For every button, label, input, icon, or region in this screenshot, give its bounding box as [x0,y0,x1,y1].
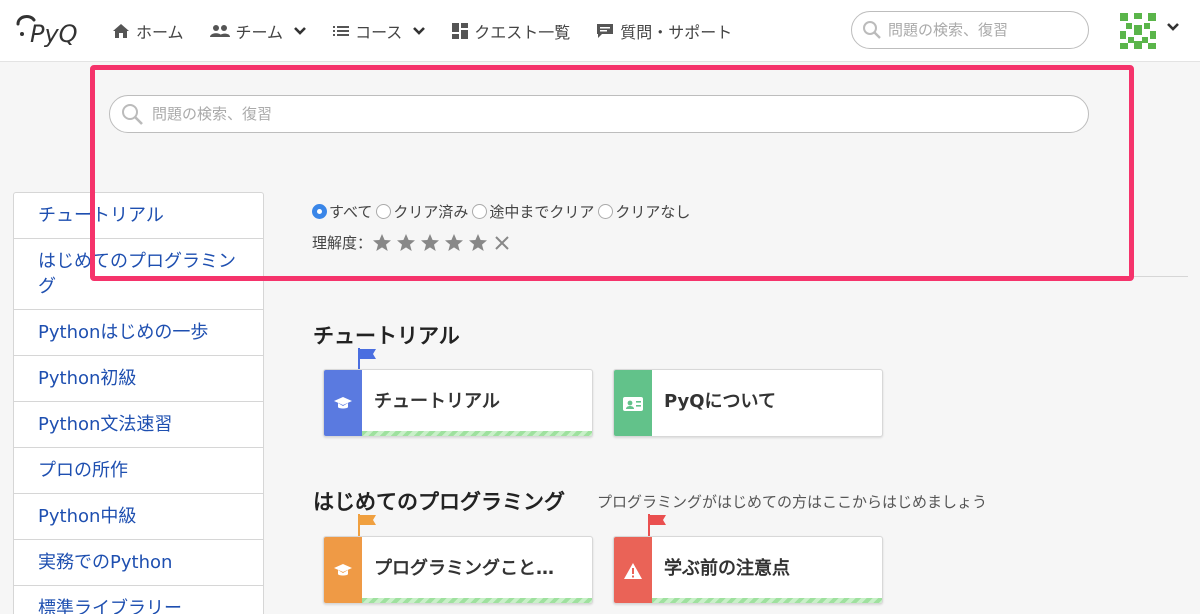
nav-course-label: コース [355,23,403,42]
star-icon[interactable] [444,233,464,252]
card-label: チュートリアル [374,391,500,412]
rating-label: 理解度： [312,234,373,252]
nav-support-label: 質問・サポート [620,23,733,42]
card-stripe [324,537,362,603]
search-icon [122,104,143,125]
radio-none[interactable]: クリアなし [598,201,690,222]
graduation-cap-icon [334,564,352,576]
main-search[interactable] [109,95,1089,133]
card-stripe [324,370,362,436]
sidebar-item-stdlib[interactable]: 標準ライブラリー [14,586,263,614]
sidebar-item-pro-manners[interactable]: プロの所作 [14,448,263,494]
chevron-down-icon[interactable] [1166,22,1180,32]
flag-icon [358,348,376,370]
list-icon [333,26,350,36]
understanding-filter: 理解度： [312,232,694,253]
home-icon [113,24,129,38]
filter-panel: すべて クリア済み 途中までクリア クリアなし 理解度： [312,200,694,253]
quest-card-programming-basics[interactable]: プログラミングこと… [323,536,593,604]
nav-quests[interactable]: クエスト一覧 [452,19,570,43]
radio-cleared-label: クリア済み [393,202,469,221]
progress-bar [362,598,592,603]
flag-icon [648,514,666,536]
section-title-tutorial: チュートリアル [313,324,460,348]
warning-icon [624,563,642,579]
chevron-down-icon [294,27,306,35]
star-icon[interactable] [372,233,392,252]
sidebar-item-python-first-step[interactable]: Pythonはじめの一歩 [14,310,263,356]
radio-partial-label: 途中までクリア [489,202,595,221]
nav-course[interactable]: コース [333,19,426,43]
sidebar-item-python-intermediate[interactable]: Python中級 [14,494,263,540]
radio-cleared[interactable]: クリア済み [376,201,468,222]
main-search-input[interactable] [152,105,1052,123]
sidebar-item-python-practical[interactable]: 実務でのPython [14,540,263,586]
divider [1134,276,1188,277]
course-sidebar: チュートリアル はじめてのプログラミング Pythonはじめの一歩 Python… [13,192,264,614]
radio-dot[interactable] [598,203,614,219]
top-navbar: PyQ ホーム チーム コース クエスト一覧 質問・サポート [0,0,1200,62]
graduation-cap-icon [334,397,352,409]
logo-text: PyQ [30,20,78,48]
clear-status-filter: すべて クリア済み 途中までクリア クリアなし [312,200,694,222]
card-label: 学ぶ前の注意点 [664,558,790,579]
progress-bar [362,431,592,436]
radio-all[interactable]: すべて [312,201,372,222]
radio-dot[interactable] [472,203,488,219]
radio-all-label: すべて [329,202,373,221]
radio-none-label: クリアなし [615,202,691,221]
search-icon [863,21,881,39]
star-icon[interactable] [396,233,416,252]
section-title-first-programming: はじめてのプログラミング [313,490,565,514]
sidebar-item-tutorial[interactable]: チュートリアル [14,193,263,239]
star-icon[interactable] [420,233,440,252]
quest-card-before-learning[interactable]: 学ぶ前の注意点 [613,536,883,604]
user-avatar[interactable] [1118,11,1158,51]
close-icon[interactable] [494,235,510,251]
card-stripe [614,537,652,603]
nav-support[interactable]: 質問・サポート [596,19,732,43]
quest-card-about-pyq[interactable]: PyQについて [613,369,883,437]
sidebar-item-python-grammar[interactable]: Python文法速習 [14,402,263,448]
people-icon [209,25,230,37]
chat-icon [597,24,614,38]
grid-icon [452,23,469,39]
main-nav: ホーム チーム コース クエスト一覧 質問・サポート [112,0,758,62]
card-label: PyQについて [664,391,777,412]
chevron-down-icon [413,27,426,35]
nav-quests-label: クエスト一覧 [474,23,571,42]
section-description: プログラミングがはじめての方はここからはじめましょう [597,493,988,511]
sidebar-item-first-programming[interactable]: はじめてのプログラミング [14,239,263,310]
nav-home[interactable]: ホーム [112,19,184,43]
flag-icon [358,514,376,536]
star-icon[interactable] [468,233,488,252]
header-search-input[interactable] [888,21,1068,39]
pyq-logo[interactable]: PyQ [12,10,88,50]
quest-card-tutorial[interactable]: チュートリアル [323,369,593,437]
radio-dot[interactable] [376,203,392,219]
radio-dot[interactable] [312,203,327,219]
radio-partial[interactable]: 途中までクリア [472,201,594,222]
nav-team[interactable]: チーム [209,19,308,43]
card-label: プログラミングこと… [374,558,554,579]
progress-bar [652,598,882,603]
nav-team-label: チーム [235,23,284,42]
sidebar-item-python-beginner[interactable]: Python初級 [14,356,263,402]
nav-home-label: ホーム [136,23,184,42]
id-card-icon [623,397,643,411]
card-stripe [614,370,652,436]
header-search[interactable] [851,11,1089,49]
